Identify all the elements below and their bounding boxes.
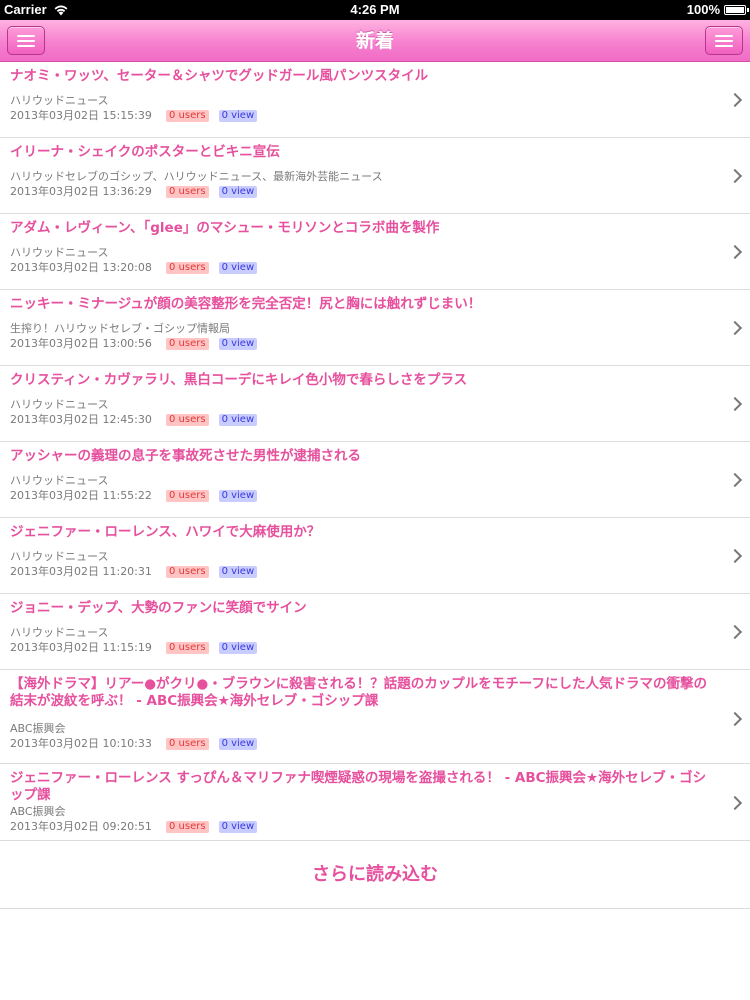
list-item[interactable]: ジェニファー・ローレンス すっぴん＆マリファナ喫煙疑惑の現場を盗撮される！ - … <box>0 764 750 841</box>
list-item[interactable]: ジェニファー・ローレンス、ハワイで大麻使用か？ ハリウッドニュース 2013年0… <box>0 518 750 594</box>
article-source: ハリウッドニュース <box>10 626 109 639</box>
view-badge: 0 view <box>218 338 258 350</box>
article-title: ニッキー・ミナージュが顔の美容整形を完全否定！尻と胸には触れずじまい！ <box>10 296 482 312</box>
users-badge: 0 users <box>166 186 209 198</box>
users-badge: 0 users <box>166 338 209 350</box>
view-badge: 0 view <box>218 490 258 502</box>
battery-percent: 100% <box>686 2 720 17</box>
article-date: 2013年03月02日 11:15:19 <box>10 641 152 654</box>
view-badge: 0 view <box>218 738 258 750</box>
article-title: 【海外ドラマ】リアー●がクリ●・ブラウンに殺害される！？話題のカップルをモチーフ… <box>10 676 707 709</box>
article-source: ハリウッドニュース <box>10 550 109 563</box>
users-badge: 0 users <box>166 262 209 274</box>
article-title: アッシャーの義理の息子を事故死させた男性が逮捕される <box>10 448 361 464</box>
view-badge: 0 view <box>218 414 258 426</box>
article-meta: 2013年03月02日 09:20:51 0 users 0 view <box>10 820 267 834</box>
article-meta: 2013年03月02日 13:20:08 0 users 0 view <box>10 261 267 275</box>
view-badge: 0 view <box>218 186 258 198</box>
article-date: 2013年03月02日 13:36:29 <box>10 185 152 198</box>
article-meta: 2013年03月02日 11:15:19 0 users 0 view <box>10 641 267 655</box>
article-source: ABC振興会 <box>10 805 66 818</box>
view-badge: 0 view <box>218 566 258 578</box>
view-badge: 0 view <box>218 110 258 122</box>
chevron-right-icon <box>727 472 743 488</box>
battery-group: 100% <box>686 0 749 20</box>
users-badge: 0 users <box>166 738 209 750</box>
users-badge: 0 users <box>166 642 209 654</box>
article-date: 2013年03月02日 11:55:22 <box>10 489 152 502</box>
article-source: 生搾り！ハリウッドセレブ・ゴシップ情報局 <box>10 322 230 335</box>
article-source: ハリウッドニュース <box>10 94 109 107</box>
article-source: ハリウッドニュース <box>10 398 109 411</box>
chevron-right-icon <box>727 396 743 412</box>
list-item[interactable]: ナオミ・ワッツ、セーター＆シャツでグッドガール風パンツスタイル ハリウッドニュー… <box>0 62 750 138</box>
article-date: 2013年03月02日 12:45:30 <box>10 413 152 426</box>
users-badge: 0 users <box>166 490 209 502</box>
article-source: ABC振興会 <box>10 722 66 735</box>
chevron-right-icon <box>727 92 743 108</box>
clock: 4:26 PM <box>350 2 400 17</box>
view-badge: 0 view <box>218 821 258 833</box>
list-item[interactable]: 【海外ドラマ】リアー●がクリ●・ブラウンに殺害される！？話題のカップルをモチーフ… <box>0 670 750 764</box>
users-badge: 0 users <box>166 414 209 426</box>
users-badge: 0 users <box>166 821 209 833</box>
chevron-right-icon <box>727 548 743 564</box>
article-title: イリーナ・シェイクのポスターとビキニ宣伝 <box>10 144 280 160</box>
chevron-right-icon <box>727 320 743 336</box>
article-title: クリスティン・カヴァラリ、黒白コーデにキレイ色小物で春らしさをプラス <box>10 372 468 388</box>
article-title: ジョニー・デップ、大勢のファンに笑顔でサイン <box>10 600 307 616</box>
article-source: ハリウッドニュース <box>10 246 109 259</box>
navigation-bar: 新着 <box>0 20 750 62</box>
battery-icon <box>724 5 749 15</box>
article-meta: 2013年03月02日 12:45:30 0 users 0 view <box>10 413 267 427</box>
chevron-right-icon <box>727 624 743 640</box>
list-item[interactable]: ニッキー・ミナージュが顔の美容整形を完全否定！尻と胸には触れずじまい！ 生搾り！… <box>0 290 750 366</box>
chevron-right-icon <box>727 795 743 811</box>
view-badge: 0 view <box>218 262 258 274</box>
list-item[interactable]: イリーナ・シェイクのポスターとビキニ宣伝 ハリウッドセレブのゴシップ、ハリウッド… <box>0 138 750 214</box>
chevron-right-icon <box>727 711 743 727</box>
article-meta: 2013年03月02日 13:00:56 0 users 0 view <box>10 337 267 351</box>
chevron-right-icon <box>727 244 743 260</box>
article-title: ジェニファー・ローレンス、ハワイで大麻使用か？ <box>10 524 321 540</box>
view-badge: 0 view <box>218 642 258 654</box>
article-title: アダム・レヴィーン、「glee」のマシュー・モリソンとコラボ曲を製作 <box>10 220 440 236</box>
status-bar: Carrier 4:26 PM 100% <box>0 0 750 20</box>
article-source: ハリウッドセレブのゴシップ、ハリウッドニュース、最新海外芸能ニュース <box>10 170 383 183</box>
users-badge: 0 users <box>166 110 209 122</box>
article-date: 2013年03月02日 09:20:51 <box>10 820 152 833</box>
article-date: 2013年03月02日 10:10:33 <box>10 737 152 750</box>
list-item[interactable]: アッシャーの義理の息子を事故死させた男性が逮捕される ハリウッドニュース 201… <box>0 442 750 518</box>
article-meta: 2013年03月02日 11:55:22 0 users 0 view <box>10 489 267 503</box>
article-title: ジェニファー・ローレンス すっぴん＆マリファナ喫煙疑惑の現場を盗撮される！ - … <box>10 770 707 803</box>
load-more-button[interactable]: さらに読み込む <box>0 841 750 909</box>
page-title: 新着 <box>355 30 394 52</box>
article-list: ナオミ・ワッツ、セーター＆シャツでグッドガール風パンツスタイル ハリウッドニュー… <box>0 62 750 841</box>
article-title: ナオミ・ワッツ、セーター＆シャツでグッドガール風パンツスタイル <box>10 68 429 84</box>
article-meta: 2013年03月02日 10:10:33 0 users 0 view <box>10 737 267 751</box>
article-meta: 2013年03月02日 11:20:31 0 users 0 view <box>10 565 267 579</box>
article-date: 2013年03月02日 15:15:39 <box>10 109 152 122</box>
chevron-right-icon <box>727 168 743 184</box>
hamburger-icon <box>715 34 733 48</box>
article-meta: 2013年03月02日 13:36:29 0 users 0 view <box>10 185 267 199</box>
users-badge: 0 users <box>166 566 209 578</box>
right-menu-button[interactable] <box>705 26 743 55</box>
article-meta: 2013年03月02日 15:15:39 0 users 0 view <box>10 109 267 123</box>
article-date: 2013年03月02日 13:00:56 <box>10 337 152 350</box>
list-item[interactable]: アダム・レヴィーン、「glee」のマシュー・モリソンとコラボ曲を製作 ハリウッド… <box>0 214 750 290</box>
article-date: 2013年03月02日 13:20:08 <box>10 261 152 274</box>
article-date: 2013年03月02日 11:20:31 <box>10 565 152 578</box>
list-item[interactable]: ジョニー・デップ、大勢のファンに笑顔でサイン ハリウッドニュース 2013年03… <box>0 594 750 670</box>
list-item[interactable]: クリスティン・カヴァラリ、黒白コーデにキレイ色小物で春らしさをプラス ハリウッド… <box>0 366 750 442</box>
article-source: ハリウッドニュース <box>10 474 109 487</box>
